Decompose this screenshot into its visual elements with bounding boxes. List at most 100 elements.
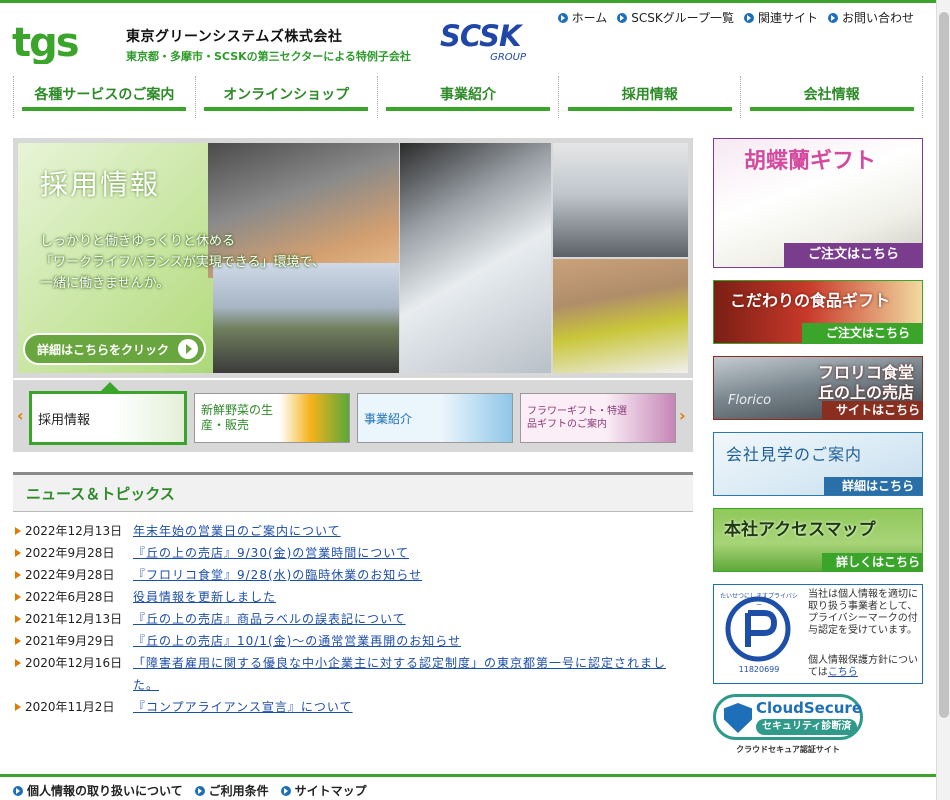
footer-link-label: 個人情報の取り扱いについて [27,784,183,798]
hero-text-line: 「ワークライフバランスが実現できる」環境で、 [40,255,325,270]
hero-details-button[interactable]: 詳細はこちらをクリック [23,333,206,365]
footer-links: 個人情報の取り扱いについて ご利用条件 サイトマップ [13,782,367,799]
nav-label: オンラインショップ [204,84,369,111]
footer-link-label: サイトマップ [294,784,367,798]
footer-link-sitemap[interactable]: サイトマップ [280,782,367,799]
news-link[interactable]: 「障害者雇用に関する優良な中小企業主に対する認定制度」の東京都第一号に認定されま… [133,652,678,696]
link-related-sites[interactable]: 関連サイト [743,9,818,26]
food-title: こだわりの食品ギフト [730,291,891,310]
orchid-title: 胡蝶蘭ギフト [744,149,877,174]
food-cta: ご注文はこちら [802,323,922,343]
news-link[interactable]: 『丘の上の売店』商品ラベルの誤表記について [133,608,678,630]
news-date: 2021年9月29日 [25,634,115,648]
hero-text-line: しっかりと働きゆっくりと休める [40,234,236,249]
nav-label: 各種サービスのご案内 [22,84,187,111]
privacy-policy-text: 個人情報保護方針についてはこちら [808,655,920,679]
news-item: 2020年12月16日 「障害者雇用に関する優良な中小企業主に対する認定制度」の東… [13,652,693,696]
carousel-item-flower-gift[interactable]: フラワーギフト・特選品ギフトのご案内 [520,393,676,443]
banner-carousel: ‹ 採用情報 新鮮野菜の生産・販売 事業紹介 フラワーギフト・特選品ギフトのご案… [13,380,693,452]
carousel-prev-button[interactable]: ‹ [17,408,27,424]
banner-company-tour[interactable]: 会社見学のご案内 詳細はこちら [713,432,923,496]
nav-label: 採用情報 [567,84,732,111]
news-date: 2022年9月28日 [25,568,115,582]
news-heading: ニュース＆トピックス [13,472,693,512]
news-date: 2021年12月13日 [25,612,123,626]
carousel-item-vegetables[interactable]: 新鮮野菜の生産・販売 [194,393,350,443]
arrow-bullet-icon [827,12,838,23]
link-label: お問い合わせ [841,11,914,25]
banner-food-gift[interactable]: こだわりの食品ギフト ご注文はこちら [713,280,923,344]
cloudsecure-badge[interactable]: CloudSecure セキュリティ診断済 クラウドセキュア認証サイト [713,694,865,758]
nav-recruit[interactable]: 採用情報 [559,76,742,118]
news-item: 2022年9月28日 『フロリコ食堂』9/28(水)の臨時休業のお知らせ [13,564,693,586]
news-link[interactable]: 『丘の上の売店』10/1(金)～の通常営業再開のお知らせ [133,630,678,652]
news-link[interactable]: 『コンプアライアンス宣言』について [133,696,678,718]
cloudsecure-frame: CloudSecure セキュリティ診断済 [713,694,863,740]
scsk-group-logo[interactable]: SCSK GROUP [440,20,530,66]
nav-company[interactable]: 会社情報 [741,76,923,118]
nav-services[interactable]: 各種サービスのご案内 [13,76,196,118]
nav-label: 会社情報 [749,84,914,111]
link-home[interactable]: ホーム [557,9,607,26]
privacy-mark-text: たいせつにしますプライバシー [720,593,798,609]
arrow-bullet-icon [557,12,568,23]
cloudsecure-badge-label: セキュリティ診断済 [756,719,858,735]
banner-florico[interactable]: Florico フロリコ食堂 丘の上の売店 サイトはこちら [713,356,923,420]
nav-business[interactable]: 事業紹介 [378,76,560,118]
scrollbar-thumb[interactable] [939,12,949,718]
news-date: 2022年9月28日 [25,546,115,560]
cloudsecure-title: CloudSecure [756,699,862,717]
news-link[interactable]: 『丘の上の売店』9/30(金)の営業時間について [133,542,678,564]
link-contact[interactable]: お問い合わせ [827,9,914,26]
link-scsk-group[interactable]: SCSKグループ一覧 [617,9,734,26]
footer-link-terms[interactable]: ご利用条件 [194,782,269,799]
lab-work-photo [400,143,551,373]
florico-cta: サイトはこちら [822,401,922,419]
news-link[interactable]: 『フロリコ食堂』9/28(水)の臨時休業のお知らせ [133,564,678,586]
scsk-logo-sub: GROUP [490,52,526,63]
company-subtitle: 東京都・多摩市・SCSKの第三セクターによる特例子会社 [126,50,411,63]
hero-text-line: 一緒に働きませんか。 [40,276,170,291]
privacy-policy-link[interactable]: こちら [828,667,858,678]
hero-slideshow[interactable]: 採用情報 しっかりと働きゆっくりと休める 「ワークライフバランスが実現できる」環… [13,138,693,378]
carousel-next-button[interactable]: › [679,408,689,424]
cloudsecure-caption: クラウドセキュア認証サイト [736,745,840,754]
news-item: 2021年12月13日 『丘の上の売店』商品ラベルの誤表記について [13,608,693,630]
hero-recruit-panel: 採用情報 しっかりと働きゆっくりと休める 「ワークライフバランスが実現できる」環… [18,143,399,373]
active-pointer-icon [101,382,119,391]
tgs-logo[interactable]: tgs [12,22,114,64]
banner-access-map[interactable]: 本社アクセスマップ 詳しくはこちら [713,508,923,572]
global-nav: 各種サービスのご案内 オンラインショップ 事業紹介 採用情報 会社情報 [13,76,923,118]
arrow-right-icon [178,339,198,359]
vertical-scrollbar[interactable] [936,0,950,800]
nav-online-shop[interactable]: オンラインショップ [196,76,378,118]
arrow-bullet-icon [743,12,754,23]
footer-link-privacy[interactable]: 個人情報の取り扱いについて [13,782,183,799]
privacy-policy-label: 個人情報保護方針については [808,655,918,678]
shield-icon [724,703,752,733]
footer-link-label: ご利用条件 [208,784,269,798]
access-cta: 詳しくはこちら [822,553,922,571]
news-item: 2022年12月13日 年末年始の営業日のご案内について [13,520,693,542]
carousel-label: 採用情報 [38,412,91,428]
svg-text:tgs: tgs [12,22,78,64]
news-item: 2021年9月29日 『丘の上の売店』10/1(金)～の通常営業再開のお知らせ [13,630,693,652]
carousel-item-recruit[interactable]: 採用情報 [29,391,187,445]
news-item: 2020年11月2日 『コンプアライアンス宣言』について [13,696,693,718]
news-link[interactable]: 役員情報を更新しました [133,586,678,608]
orchid-cta: ご注文はこちら [784,243,922,267]
news-date: 2022年12月13日 [25,524,123,538]
privacy-mark-icon[interactable]: たいせつにしますプライバシー 11820699 [720,591,798,677]
arrow-bullet-icon [280,785,291,796]
carousel-item-business[interactable]: 事業紹介 [357,393,513,443]
utility-links: ホーム SCSKグループ一覧 関連サイト お問い合わせ [557,9,914,26]
florico-title-2: 丘の上の売店 [817,383,914,402]
news-link[interactable]: 年末年始の営業日のご案内について [133,520,678,542]
office-photo [553,143,688,257]
hero-button-label: 詳細はこちらをクリック [37,342,170,357]
hero-text: しっかりと働きゆっくりと休める 「ワークライフバランスが実現できる」環境で、 一… [40,231,325,294]
arrow-bullet-icon [617,12,628,23]
news-item: 2022年9月28日 『丘の上の売店』9/30(金)の営業時間について [13,542,693,564]
banner-orchid-gift[interactable]: 胡蝶蘭ギフト ご注文はこちら [713,138,923,268]
company-name: 東京グリーンシステムズ株式会社 [126,29,343,45]
